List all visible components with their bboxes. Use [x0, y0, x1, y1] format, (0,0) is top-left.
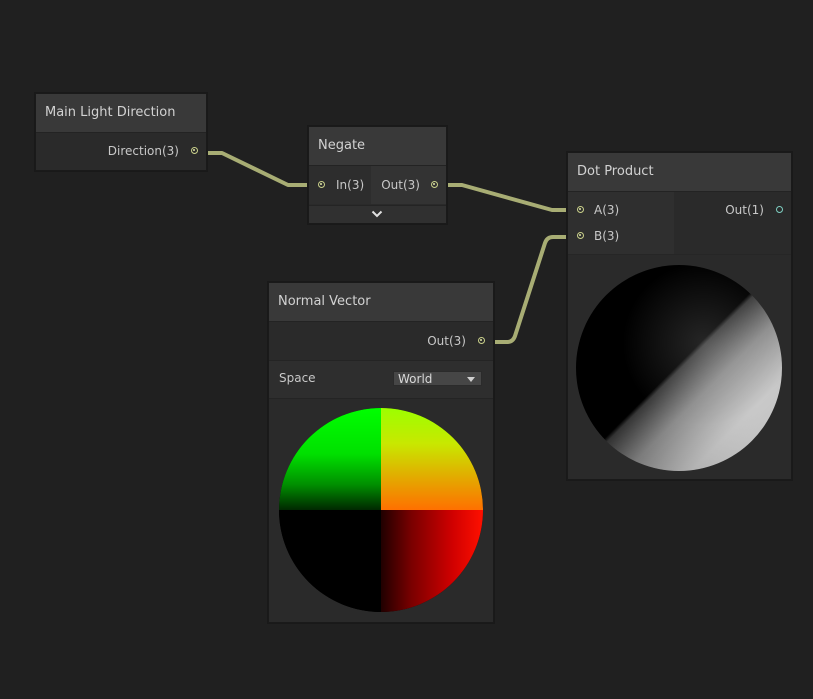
preview-sphere	[576, 265, 782, 471]
port-label: Out(1)	[725, 203, 764, 217]
preview-area	[269, 399, 493, 622]
port-label: B(3)	[594, 229, 620, 243]
wire-negate-out-to-dot-a[interactable]	[440, 183, 573, 212]
negate-node[interactable]: Negate In(3) Out(3)	[308, 126, 447, 224]
port-connector-icon[interactable]	[478, 337, 485, 344]
sphere-quadrant-top-left	[279, 408, 381, 510]
sphere-shading	[576, 265, 782, 471]
node-title[interactable]: Main Light Direction	[36, 94, 206, 133]
preview-sphere	[279, 408, 483, 612]
space-setting-row: Space World	[269, 360, 493, 399]
port-label: Direction(3)	[107, 144, 179, 158]
expand-preview-button[interactable]	[309, 205, 446, 223]
dropdown-arrow-icon	[467, 377, 475, 382]
sphere-quadrant-bottom-left	[279, 510, 381, 612]
node-title[interactable]: Negate	[309, 127, 446, 166]
port-connector-icon[interactable]	[577, 206, 584, 213]
port-connector-icon[interactable]	[776, 206, 783, 213]
chevron-down-icon	[371, 210, 383, 218]
port-label: Out(3)	[427, 334, 466, 348]
wire-direction-to-negate-in[interactable]	[199, 151, 312, 187]
normal-vector-node[interactable]: Normal Vector Out(3) Space World	[268, 282, 494, 623]
output-port-out[interactable]: Out(3)	[371, 166, 446, 204]
port-label: In(3)	[336, 178, 365, 192]
input-port-a[interactable]: A(3)	[568, 197, 674, 223]
dot-product-node[interactable]: Dot Product A(3) B(3) Out(1)	[567, 152, 792, 480]
input-port-b[interactable]: B(3)	[568, 223, 674, 249]
port-connector-icon[interactable]	[431, 181, 438, 188]
space-dropdown[interactable]: World	[393, 371, 482, 386]
node-title[interactable]: Dot Product	[568, 153, 791, 192]
space-dropdown-value: World	[398, 372, 433, 386]
output-port-direction[interactable]: Direction(3)	[36, 133, 206, 169]
port-area: A(3) B(3) Out(1)	[568, 192, 791, 254]
port-connector-icon[interactable]	[577, 232, 584, 239]
port-label: A(3)	[594, 203, 620, 217]
output-port-out[interactable]: Out(3)	[269, 322, 493, 360]
output-port-out[interactable]: Out(1)	[674, 197, 791, 223]
wire-normal-out-to-dot-b[interactable]	[486, 235, 573, 344]
port-connector-icon[interactable]	[318, 181, 325, 188]
preview-area	[568, 254, 791, 479]
input-port-in[interactable]: In(3)	[309, 166, 371, 204]
main-light-direction-node[interactable]: Main Light Direction Direction(3)	[35, 93, 207, 171]
port-row: In(3) Out(3)	[309, 166, 446, 204]
sphere-quadrant-top-right	[381, 408, 483, 510]
port-label: Out(3)	[381, 178, 420, 192]
sphere-quadrant-bottom-right	[381, 510, 483, 612]
port-connector-icon[interactable]	[191, 147, 198, 154]
inputs-column: A(3) B(3)	[568, 192, 674, 254]
node-title[interactable]: Normal Vector	[269, 283, 493, 322]
space-label: Space	[279, 371, 316, 385]
